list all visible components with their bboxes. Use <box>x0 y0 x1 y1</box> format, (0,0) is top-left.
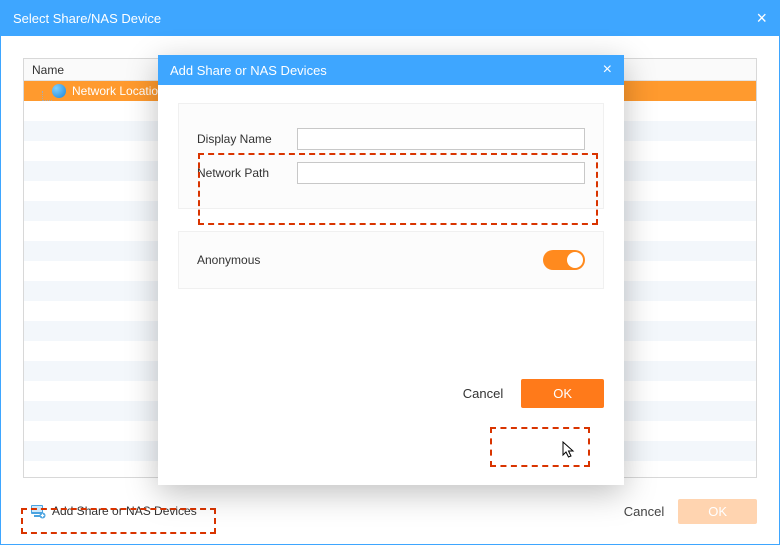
outer-cancel-button[interactable]: Cancel <box>624 504 664 519</box>
display-name-input[interactable] <box>297 128 585 150</box>
outer-close-button[interactable]: × <box>756 8 767 29</box>
modal-titlebar: Add Share or NAS Devices × <box>158 55 624 85</box>
modal-ok-label: OK <box>553 386 572 401</box>
modal-cancel-button[interactable]: Cancel <box>463 386 503 401</box>
highlight-ok-button <box>490 427 590 467</box>
network-path-input[interactable] <box>297 162 585 184</box>
modal-title: Add Share or NAS Devices <box>170 63 327 78</box>
display-name-row: Display Name <box>197 128 585 150</box>
tree-connector <box>42 91 52 101</box>
anonymous-toggle[interactable] <box>543 250 585 270</box>
tree-item-label: Network Location <box>72 84 165 98</box>
nas-computer-icon <box>30 503 46 519</box>
anonymous-label: Anonymous <box>197 253 260 267</box>
outer-ok-button[interactable]: OK <box>678 499 757 524</box>
display-name-label: Display Name <box>197 132 297 146</box>
modal-footer: Cancel OK <box>178 289 604 408</box>
anonymous-card: Anonymous <box>178 231 604 289</box>
modal-ok-button[interactable]: OK <box>521 379 604 408</box>
add-share-button-label: Add Share or NAS Devices <box>52 504 197 518</box>
outer-footer-buttons: Cancel OK <box>624 499 757 524</box>
form-card: Display Name Network Path <box>178 103 604 209</box>
toggle-knob <box>567 252 583 268</box>
modal-body: Display Name Network Path Anonymous Canc… <box>158 85 624 485</box>
add-share-dialog: Add Share or NAS Devices × Display Name … <box>158 55 624 485</box>
network-path-label: Network Path <box>197 166 297 180</box>
network-path-row: Network Path <box>197 162 585 184</box>
outer-window-title: Select Share/NAS Device <box>13 11 161 26</box>
outer-titlebar: Select Share/NAS Device × <box>1 1 779 36</box>
cursor-icon <box>562 441 576 459</box>
globe-icon <box>52 84 66 98</box>
outer-bottom-bar: Add Share or NAS Devices Cancel OK <box>23 496 757 526</box>
tree-header-name: Name <box>32 63 64 77</box>
add-share-button[interactable]: Add Share or NAS Devices <box>23 499 204 523</box>
modal-close-button[interactable]: × <box>603 61 612 79</box>
